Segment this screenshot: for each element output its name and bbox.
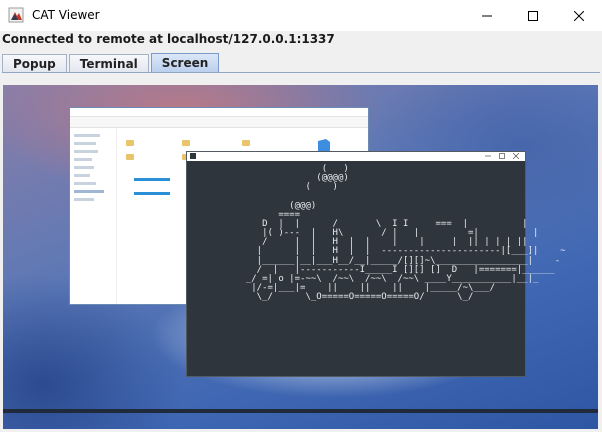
terminal-minimize-icon[interactable] — [485, 153, 491, 159]
tab-terminal[interactable]: Terminal — [68, 54, 149, 73]
preview-document-icon — [318, 139, 330, 151]
explorer-nav-pane — [70, 128, 117, 304]
tab-divider — [2, 72, 600, 73]
tab-screen[interactable]: Screen — [150, 53, 220, 73]
tab-bar: Popup Terminal Screen — [2, 53, 221, 73]
terminal-output: ( ) (@@@@) ( ) (@@@) ==== D | | / \ I I … — [245, 164, 566, 303]
close-button[interactable] — [556, 0, 602, 31]
terminal-icon — [190, 153, 196, 159]
remote-terminal-window[interactable]: ( ) (@@@@) ( ) (@@@) ==== D | | / \ I I … — [186, 151, 566, 377]
drive-usage-bar — [134, 192, 170, 195]
folder-icon — [126, 140, 134, 146]
close-icon — [574, 10, 584, 21]
explorer-ribbon — [70, 117, 368, 128]
folder-icon — [242, 140, 250, 146]
maximize-button[interactable] — [510, 0, 556, 31]
terminal-close-icon[interactable] — [513, 153, 519, 159]
terminal-titlebar — [187, 152, 525, 161]
window-title: CAT Viewer — [32, 8, 100, 22]
remote-screen-view[interactable]: ( ) (@@@@) ( ) (@@@) ==== D | | / \ I I … — [3, 85, 598, 429]
minimize-button[interactable] — [464, 0, 510, 31]
drive-usage-bar — [134, 178, 170, 181]
explorer-titlebar — [70, 108, 368, 117]
terminal-maximize-icon[interactable] — [499, 153, 505, 159]
folder-icon — [182, 140, 190, 146]
remote-taskbar[interactable] — [3, 409, 598, 413]
cat-app-icon — [8, 7, 24, 23]
window-titlebar[interactable]: CAT Viewer — [0, 0, 602, 32]
folder-icon — [126, 154, 134, 160]
minimize-icon — [482, 15, 492, 16]
tab-popup[interactable]: Popup — [2, 54, 67, 73]
connection-status: Connected to remote at localhost/127.0.0… — [2, 32, 335, 46]
maximize-icon — [528, 10, 538, 21]
